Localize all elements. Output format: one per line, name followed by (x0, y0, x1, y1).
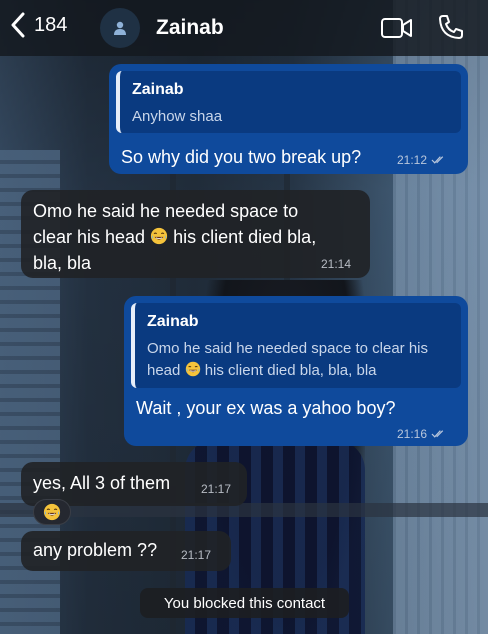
quoted-line-part: head (147, 362, 181, 379)
message-line: Omo he said he needed space to (33, 201, 299, 221)
message-bubble-incoming[interactable]: Omo he said he needed space to clear his… (21, 190, 370, 278)
quoted-line: head his client died bla, bla, bla (147, 360, 465, 382)
message-bubble-outgoing[interactable]: Zainab Anyhow shaa So why did you two br… (109, 64, 468, 174)
read-ticks-icon (431, 155, 446, 165)
person-icon (114, 21, 126, 35)
quoted-text: Anyhow shaa (132, 108, 223, 125)
message-line: clear his head his client died bla, (33, 224, 368, 250)
quoted-sender: Zainab (132, 81, 184, 98)
message-text: yes, All 3 of them (33, 473, 171, 493)
message-time: 21:14 (321, 257, 351, 271)
unread-count: 184 (34, 13, 68, 36)
phone-call-icon[interactable] (437, 13, 465, 41)
timestamp: 21:17 (181, 548, 212, 562)
message-line-part: his client died bla, (173, 227, 317, 247)
back-button[interactable]: 184 (10, 12, 67, 38)
quoted-reply[interactable]: Zainab Anyhow shaa (116, 71, 461, 133)
message-time: 21:17 (201, 482, 231, 496)
message-time: 21:17 (181, 548, 211, 562)
message-bubble-incoming[interactable]: any problem ?? 21:17 (21, 531, 231, 571)
read-ticks-icon (431, 429, 446, 439)
laughing-emoji-icon (43, 503, 61, 521)
chat-header: 184 Zainab (0, 0, 488, 56)
quoted-line-part: his client died bla, bla, bla (204, 362, 377, 379)
message-line-part: clear his head (33, 227, 146, 247)
quoted-line: Omo he said he needed space to clear his (147, 340, 429, 357)
timestamp: 21:14 (321, 257, 352, 271)
laughing-emoji-icon (150, 227, 168, 245)
blocked-contact-notice[interactable]: You blocked this contact (140, 588, 349, 618)
quoted-reply[interactable]: Zainab Omo he said he needed space to cl… (131, 303, 461, 388)
contact-name[interactable]: Zainab (156, 16, 224, 40)
message-bubble-outgoing[interactable]: Zainab Omo he said he needed space to cl… (124, 296, 468, 446)
video-call-icon[interactable] (380, 16, 414, 40)
avatar[interactable] (100, 8, 140, 48)
message-reaction[interactable] (33, 499, 71, 525)
message-text: So why did you two break up? (121, 147, 362, 167)
message-time: 21:16 (397, 427, 446, 441)
message-line: bla, bla (33, 253, 92, 273)
timestamp: 21:12 (397, 153, 428, 167)
message-text: Omo he said he needed space to clear his… (33, 198, 368, 276)
quoted-sender: Zainab (147, 313, 199, 330)
message-text: Wait , your ex was a yahoo boy? (136, 398, 396, 418)
timestamp: 21:16 (397, 427, 428, 441)
timestamp: 21:17 (201, 482, 232, 496)
message-text: any problem ?? (33, 540, 158, 560)
quoted-text: Omo he said he needed space to clear his… (147, 338, 465, 382)
chevron-left-icon (11, 12, 25, 38)
message-time: 21:12 (397, 153, 446, 167)
laughing-emoji-icon (185, 361, 201, 377)
